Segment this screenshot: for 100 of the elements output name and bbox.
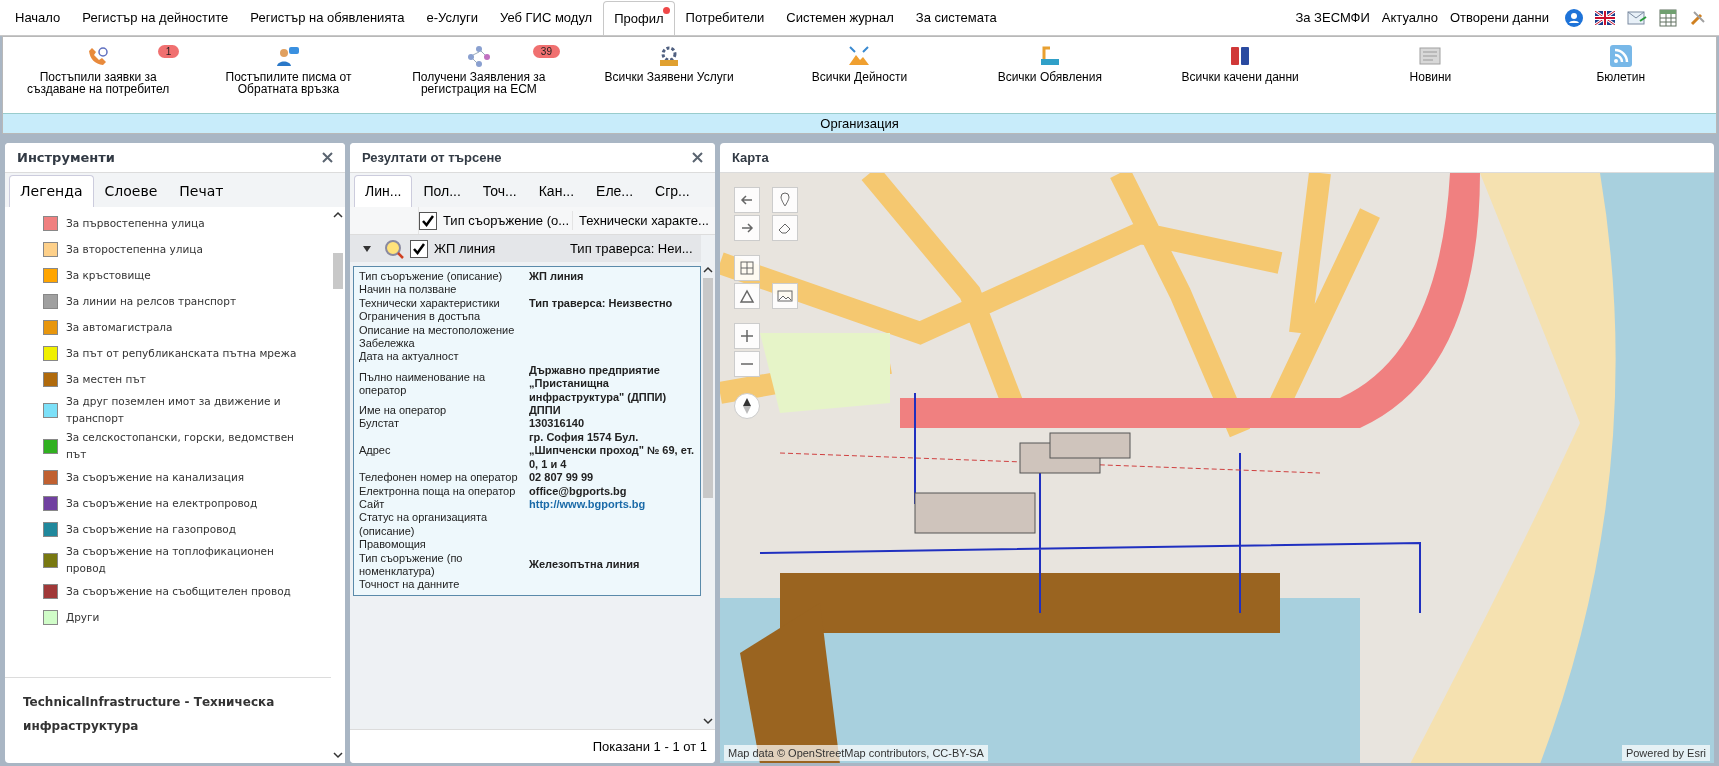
map-control-button[interactable] [734, 215, 760, 241]
user-icon[interactable] [1565, 8, 1583, 27]
field-label: Тип съоръжение (описание) [359, 270, 504, 284]
panel-tab[interactable]: Точ... [471, 175, 528, 207]
panel-tab[interactable]: Сгр... [644, 175, 701, 207]
checkmark-icon [412, 241, 426, 256]
legend-label: За съоръжение на канализация [66, 469, 245, 485]
field-value: 02 807 99 99 [529, 471, 595, 485]
count-badge: 1 [157, 45, 180, 58]
field-label: Начин на ползване [359, 283, 458, 297]
field-label: Правомощия [359, 538, 427, 552]
field-label: Пълно наименование на оператор [359, 370, 487, 398]
table-cell-text: ЖП линия [433, 239, 497, 258]
tools-icon[interactable] [1689, 8, 1707, 27]
panel-tab[interactable]: Печат [168, 175, 235, 207]
toolbar-button[interactable]: Новини [1335, 45, 1526, 83]
legend-label: За автомагистрала [66, 319, 173, 335]
legend-label: За първостепенна улица [66, 215, 205, 231]
close-icon[interactable] [322, 152, 333, 163]
map-control-button[interactable] [734, 187, 760, 213]
nav-tab[interactable]: е-Услуги [415, 1, 489, 35]
scroll-up-icon[interactable] [332, 211, 344, 219]
nav-tab[interactable]: Регистър на дейностите [71, 1, 240, 35]
expand-caret-icon[interactable] [362, 244, 372, 253]
nav-tab[interactable]: За системата [904, 1, 1008, 35]
map-tool-button[interactable] [772, 283, 798, 309]
close-icon[interactable] [692, 152, 703, 163]
organization-section-bar: Организация [3, 113, 1716, 133]
newspaper-icon [1419, 45, 1442, 67]
map-control-button[interactable] [734, 351, 760, 377]
field-label: Точност на данните [359, 578, 461, 592]
panel-tab[interactable]: Легенда [9, 175, 94, 207]
website-link[interactable]: http://www.bgports.bg [529, 497, 695, 512]
nav-tab[interactable]: Регистър на обявленията [239, 1, 416, 35]
map-control-button[interactable] [734, 323, 760, 349]
field-value: 130316140 [529, 417, 586, 431]
toolbar-button[interactable]: Бюлетин [1525, 45, 1716, 83]
checkbox[interactable] [410, 239, 428, 258]
field-label: Адрес [359, 444, 392, 458]
map-tool-button[interactable] [772, 187, 798, 213]
field-label: Ограничения в достъпа [359, 310, 482, 324]
mail-icon[interactable] [1627, 9, 1647, 26]
scroll-up-icon[interactable] [702, 266, 714, 274]
field-value: гр. София 1574 Бул. „Шипченски проход" № 69, ет. 0, 1 и 4 [529, 430, 695, 472]
phone-icon [87, 45, 110, 67]
header-link[interactable]: Отворени данни [1446, 7, 1553, 28]
field-label: Забележка [359, 337, 416, 351]
toolbar-button[interactable]: Получени Заявления за регистрация на ЕСМ 39 [383, 45, 574, 95]
nav-tab[interactable]: Системен журнал [775, 1, 905, 35]
nav-tab[interactable]: Профил [603, 1, 675, 35]
field-value: ЖП линия [529, 270, 585, 284]
compass-icon [741, 397, 753, 415]
binders-icon [1229, 45, 1252, 67]
person-message-icon [276, 45, 301, 67]
map-tool-button[interactable] [772, 215, 798, 241]
panel-tab[interactable]: Пол... [412, 175, 472, 207]
panel-tab[interactable]: Слоеве [93, 175, 169, 207]
flag-icon[interactable] [1595, 10, 1615, 25]
legend-label: За второстепенна улица [66, 241, 203, 257]
toolbar-button[interactable]: Всички качени данни [1144, 45, 1336, 83]
toolbar-button[interactable]: Всички Обявления [954, 45, 1145, 83]
panel-tab[interactable]: Еле... [585, 175, 645, 207]
map-control-button[interactable] [734, 255, 760, 281]
toolbar-button[interactable]: Всички Дейности [764, 45, 955, 83]
legend-label: За друг поземлен имот за движение и транспорт [66, 394, 282, 426]
result-row[interactable]: ЖП линия Тип траверса: Неи... [350, 235, 701, 262]
rss-icon [1609, 45, 1632, 67]
legend-label: За местен път [66, 371, 146, 387]
field-value: Железопътна линия [529, 558, 641, 572]
header-link[interactable]: За ЗЕСМФИ [1291, 7, 1374, 28]
toolbar-button[interactable]: Всички Заявени Услуги [574, 45, 765, 83]
scroll-down-icon[interactable] [702, 717, 714, 725]
nav-tab[interactable]: Уеб ГИС модул [489, 1, 604, 35]
network-icon [466, 45, 491, 67]
header-link[interactable]: Актуално [1377, 7, 1442, 28]
map-control-button[interactable] [734, 283, 760, 309]
nav-tab[interactable]: Потребители [674, 1, 776, 35]
checkmark-icon [421, 213, 435, 228]
legend-label: За съоръжение на съобщителен провод [66, 583, 291, 599]
scroll-down-icon[interactable] [332, 751, 344, 759]
field-label: Сайт [359, 497, 386, 512]
scrollbar-thumb[interactable] [333, 253, 343, 289]
legend-label: За съоръжение на газопровод [66, 521, 237, 537]
panel-tab[interactable]: Кан... [527, 175, 586, 207]
landscape-icon [847, 45, 872, 67]
panel-title: Инструменти [17, 148, 115, 167]
column-header[interactable]: Технически характе... [573, 210, 715, 231]
table-icon[interactable] [1659, 8, 1677, 27]
toolbar-button[interactable]: Постъпили заявки за създаване на потребител 1 [3, 45, 194, 95]
column-header[interactable]: Тип съоръжение (о... [437, 210, 573, 231]
field-label: Електронна поща на оператор [359, 484, 517, 498]
field-label: Технически характеристики [359, 296, 501, 311]
checkbox[interactable] [419, 211, 437, 230]
legend-label: За съоръжение на топлофикационен провод [66, 544, 275, 576]
nav-tab[interactable]: Начало [4, 1, 72, 35]
toolbar-button[interactable]: Постъпилите писма от Обратната връзка [193, 45, 384, 95]
zoom-to-icon[interactable] [384, 238, 406, 259]
scrollbar-thumb[interactable] [703, 278, 713, 498]
panel-tab[interactable]: Лин... [354, 175, 413, 207]
field-value: Тип траверса: Неизвестно [529, 296, 674, 311]
